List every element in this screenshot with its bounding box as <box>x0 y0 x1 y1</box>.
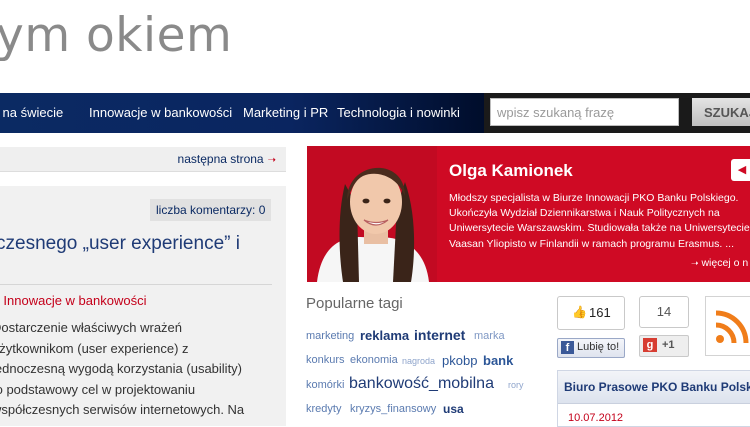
like-button-label[interactable]: Lubię to! <box>577 341 619 353</box>
tag-link[interactable]: komórki <box>306 379 345 391</box>
bio-line: Vaasan Yliopisto w Finlandii w ramach pr… <box>449 237 734 250</box>
nav-item-technology[interactable]: Technologia i nowinki <box>337 105 460 120</box>
tag-link[interactable]: reklama <box>360 328 409 343</box>
tag-link[interactable]: kredyty <box>306 403 341 415</box>
search-button[interactable]: SZUKAJ <box>692 98 750 126</box>
bio-line: Ukończyła Wydział Dziennikarstwa i Nauk … <box>449 207 720 220</box>
nav-item-world[interactable]: i na świecie <box>0 105 63 120</box>
excerpt-line: użytkownikom (user experience) z <box>0 340 189 356</box>
category-link[interactable]: Innowacje w bankowości <box>3 293 146 308</box>
author-bio: Młodszy specjalista w Biurze Innowacji P… <box>449 191 750 252</box>
tag-link[interactable]: rory <box>508 380 524 390</box>
tag-link[interactable]: marka <box>474 330 505 342</box>
excerpt-line: współczesnych serwisów internetowych. Na <box>0 402 245 417</box>
tag-link[interactable]: ekonomia <box>350 354 398 366</box>
search-bar: SZUKAJ <box>484 93 750 133</box>
tag-link[interactable]: nagroda <box>402 356 435 366</box>
tag-link[interactable]: internet <box>414 327 465 343</box>
tag-link[interactable]: bankowość_mobilna <box>349 375 494 393</box>
author-profile-banner: Olga Kamionek ◀ Młodszy specjalista w Bi… <box>307 146 750 282</box>
author-name[interactable]: Olga Kamionek <box>449 161 573 181</box>
tag-cloud: marketing reklama internet marka konkurs… <box>306 325 551 420</box>
pager-bar: następna strona ➝ <box>0 147 286 172</box>
press-office-widget: Biuro Prasowe PKO Banku Polskie 10.07.20… <box>557 370 750 427</box>
tag-link[interactable]: bank <box>483 353 513 368</box>
divider <box>0 284 272 285</box>
next-page-label[interactable]: następna strona <box>178 152 264 166</box>
gplus-counter: 14 <box>639 296 689 328</box>
bio-line: Młodszy specjalista w Biurze Innowacji P… <box>449 192 739 204</box>
facebook-like-counter: 👍 161 <box>557 296 625 330</box>
chevron-left-icon: ◀ <box>737 164 747 176</box>
gplus-label[interactable]: +1 <box>662 339 675 351</box>
facebook-icon: f <box>561 341 574 354</box>
more-about-label[interactable]: więcej o n <box>701 257 748 269</box>
facebook-like-button[interactable]: f Lubię to! <box>557 338 625 358</box>
tag-link[interactable]: pkobp <box>442 353 477 368</box>
tag-link[interactable]: konkurs <box>306 354 345 366</box>
thumbs-up-icon: 👍 <box>572 305 587 319</box>
arrow-right-icon: ➝ <box>691 258 699 268</box>
like-count: 161 <box>589 305 611 320</box>
article-title[interactable]: czesnego „user experience” i <box>0 233 240 255</box>
popular-tags-heading: Popularne tagi <box>306 295 403 312</box>
tag-link[interactable]: usa <box>443 402 464 416</box>
comment-count-badge[interactable]: liczba komentarzy: 0 <box>150 199 272 221</box>
site-title[interactable]: ym okiem <box>0 8 232 63</box>
google-icon: g <box>643 338 657 352</box>
press-date: 10.07.2012 <box>568 412 624 424</box>
main-nav: i na świecie Innowacje w bankowości Mark… <box>0 93 484 133</box>
nav-item-marketing-pr[interactable]: Marketing i PR <box>243 105 328 120</box>
tag-link[interactable]: kryzys_finansowy <box>350 403 436 415</box>
nav-item-banking-innovation[interactable]: Innowacje w bankowości <box>89 105 232 120</box>
article-card: liczba komentarzy: 0 czesnego „user expe… <box>0 186 286 426</box>
press-office-title[interactable]: Biuro Prasowe PKO Banku Polskie <box>564 380 750 394</box>
rss-feed-link[interactable] <box>705 296 750 356</box>
tag-link[interactable]: marketing <box>306 330 354 342</box>
next-page-link[interactable]: następna strona ➝ <box>178 152 276 166</box>
bio-line: Uniwersytecie Warszawskim. Studiowała ta… <box>449 222 750 235</box>
arrow-right-icon: ➝ <box>267 155 276 166</box>
search-input[interactable] <box>490 98 679 126</box>
previous-author-button[interactable]: ◀ <box>731 159 750 181</box>
article-excerpt: Dostarczenie właściwych wrażeń użytkowni… <box>0 318 282 421</box>
press-office-header: Biuro Prasowe PKO Banku Polskie <box>558 371 750 404</box>
excerpt-line: jednoczesną wygodą korzystania (usabilit… <box>0 361 243 376</box>
excerpt-line: Dostarczenie właściwych wrażeń <box>0 320 183 335</box>
article-category-line: ii Innowacje w bankowości <box>0 293 146 308</box>
gplus-button[interactable]: g +1 <box>639 335 689 357</box>
more-about-author-link[interactable]: ➝ więcej o n <box>691 257 748 269</box>
rss-icon <box>715 310 749 344</box>
author-photo <box>307 146 437 282</box>
excerpt-line: to podstawowy cel w projektowaniu <box>0 381 196 397</box>
